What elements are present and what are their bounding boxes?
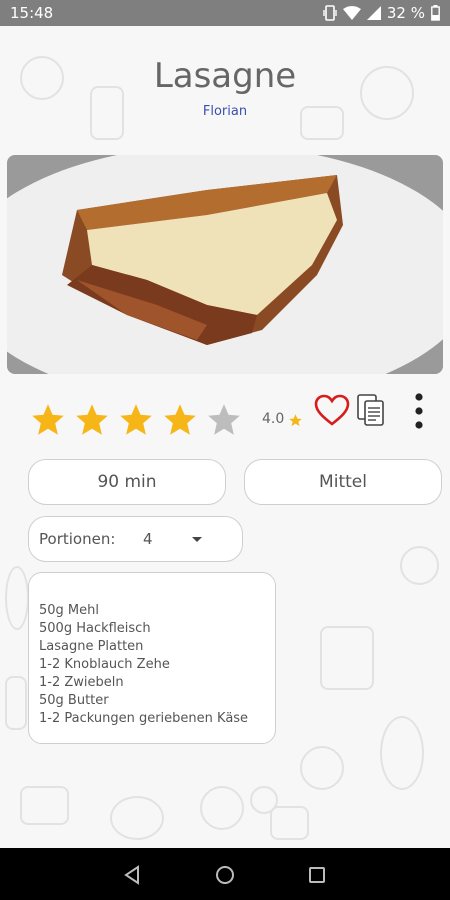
status-time: 15:48	[10, 4, 54, 22]
portions-dropdown[interactable]: Portionen: 4	[28, 516, 243, 562]
ingredients-card: 50g Mehl 500g Hackfleisch Lasagne Platte…	[28, 572, 276, 744]
recipe-author-link[interactable]: Florian	[0, 104, 450, 119]
portions-label: Portionen:	[39, 530, 116, 548]
status-icons: 32 %	[323, 4, 440, 22]
star-filled-icon[interactable]	[162, 402, 198, 438]
ingredient-item: 1-2 Knoblauch Zehe	[39, 657, 170, 672]
recents-icon[interactable]	[306, 864, 328, 886]
star-filled-icon[interactable]	[74, 402, 110, 438]
star-filled-icon[interactable]	[118, 402, 154, 438]
recipe-photo	[7, 155, 443, 374]
battery-icon	[431, 5, 440, 21]
ingredient-item: 50g Mehl	[39, 603, 99, 618]
cooking-time-pill: 90 min	[28, 459, 226, 505]
rating-stars[interactable]	[30, 402, 242, 438]
ingredient-item: 50g Butter	[39, 693, 109, 708]
ingredient-item: 1-2 Zwiebeln	[39, 675, 124, 690]
ingredient-item: 500g Hackfleisch	[39, 621, 151, 636]
signal-icon	[366, 6, 381, 20]
vibrate-icon	[323, 5, 337, 21]
star-filled-icon[interactable]	[30, 402, 66, 438]
ingredient-item: Lasagne Platten	[39, 639, 144, 654]
rating-value: 4.0	[262, 411, 285, 427]
difficulty-pill: Mittel	[244, 459, 442, 505]
ingredients-list: 50g Mehl 500g Hackfleisch Lasagne Platte…	[39, 602, 248, 728]
recipe-title: Lasagne	[153, 56, 297, 96]
battery-percent: 32 %	[386, 4, 425, 22]
rating-star-icon	[289, 414, 302, 427]
navigation-bar	[0, 848, 450, 900]
ingredient-item: 1-2 Packungen geriebenen Käse	[39, 711, 249, 726]
back-icon[interactable]	[122, 864, 144, 886]
copy-documents-icon[interactable]	[356, 393, 386, 427]
more-options-icon[interactable]	[413, 392, 425, 430]
star-empty-icon[interactable]	[206, 402, 242, 438]
portions-value: 4	[143, 530, 153, 548]
home-icon[interactable]	[214, 864, 236, 886]
favorite-heart-icon[interactable]	[313, 393, 351, 427]
status-bar: 15:48 32 %	[0, 0, 450, 26]
dropdown-arrow-icon	[192, 537, 202, 542]
wifi-icon	[342, 6, 361, 20]
